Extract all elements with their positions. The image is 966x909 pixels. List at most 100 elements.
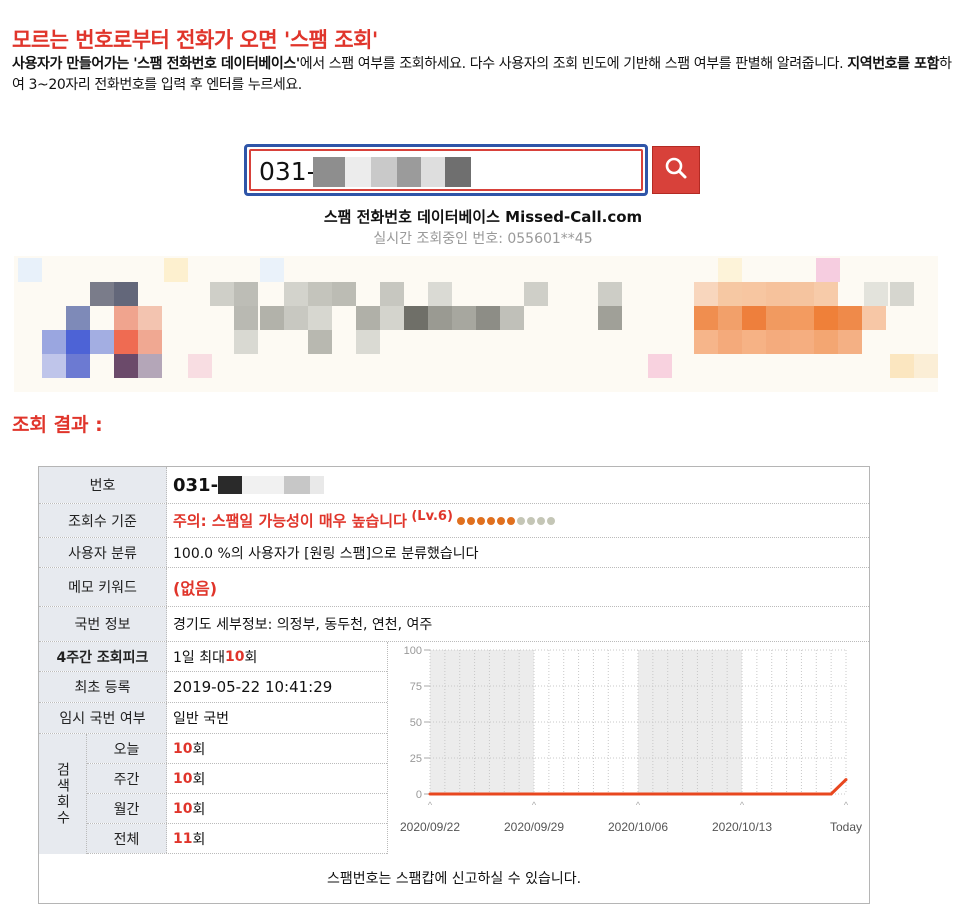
- first-registered-value: 2019-05-22 10:41:29: [173, 678, 333, 696]
- prefix-row: 국번 정보 경기도 세부정보: 의정부, 동두천, 연천, 여주: [39, 607, 869, 642]
- data-point: [740, 792, 744, 796]
- data-point: [547, 792, 551, 796]
- prefix-value: 경기도 세부정보: 의정부, 동두천, 연천, 여주: [173, 617, 433, 633]
- data-point: [562, 792, 566, 796]
- count-row-week: 주간 10 회: [87, 764, 387, 794]
- count-value: 10 회: [173, 734, 205, 763]
- number-label: 번호: [39, 467, 167, 503]
- data-point: [428, 792, 432, 796]
- peak-label: 4주간 조회피크: [39, 642, 167, 671]
- x-tick-marker: ^: [740, 800, 745, 810]
- x-tick-label: 2020/10/06: [608, 820, 668, 834]
- count-row-today: 오늘 10 회: [87, 734, 387, 764]
- peak-number: 10: [225, 648, 245, 665]
- count-label: 월간: [87, 794, 167, 823]
- temp-prefix-label: 임시 국번 여부: [39, 703, 167, 733]
- pixelated-ad-banner[interactable]: [14, 256, 938, 392]
- intro-text-1: 에서 스팸 여부를 조회하세요. 다수 사용자의 조회 빈도에 기반해 스팸 여…: [299, 56, 848, 72]
- count-number: 10: [173, 800, 193, 817]
- level-dot: [527, 516, 536, 525]
- temp-prefix-value: 일반 국번: [173, 711, 229, 727]
- data-point: [725, 792, 729, 796]
- result-table: 번호 031- 조회수 기준 주의: 스팸일 가능성이 매우 높습니다 (Lv.…: [38, 466, 870, 904]
- level-dot: [497, 516, 506, 525]
- basis-value: 주의: 스팸일 가능성이 매우 높습니다 (Lv.6): [173, 504, 557, 537]
- memo-row: 메모 키워드 (없음): [39, 568, 869, 607]
- site-name: Missed-Call.com: [505, 208, 643, 226]
- data-point: [606, 792, 610, 796]
- count-value: 10 회: [173, 764, 205, 793]
- intro-text: 사용자가 만들어가는 '스팸 전화번호 데이터베이스'에서 스팸 여부를 조회하…: [12, 54, 952, 96]
- y-tick-label: 25: [410, 753, 422, 765]
- peak-suffix: 회: [244, 649, 258, 666]
- data-point: [695, 792, 699, 796]
- data-point: [844, 778, 848, 782]
- search-box[interactable]: [244, 144, 648, 196]
- data-point: [755, 792, 759, 796]
- data-point: [710, 792, 714, 796]
- count-number: 10: [173, 740, 193, 757]
- count-unit: 회: [192, 831, 206, 848]
- level-dot: [457, 516, 466, 525]
- count-label: 오늘: [87, 734, 167, 763]
- spam-level-dots: [457, 513, 557, 529]
- database-name: 스팸 전화번호 데이터베이스 Missed-Call.com: [0, 206, 966, 227]
- basis-row: 조회수 기준 주의: 스팸일 가능성이 매우 높습니다 (Lv.6): [39, 504, 869, 538]
- search-count-group-text: 검색회수: [54, 762, 71, 826]
- count-value: 11 회: [173, 824, 205, 853]
- search-form: [244, 144, 700, 198]
- data-point: [829, 792, 833, 796]
- y-tick-label: 100: [404, 645, 422, 657]
- category-label: 사용자 분류: [39, 538, 167, 567]
- search-icon: [664, 156, 688, 184]
- level-dot: [477, 516, 486, 525]
- redacted-digits: [445, 157, 471, 187]
- basis-label: 조회수 기준: [39, 504, 167, 537]
- level-dot: [487, 516, 496, 525]
- level-dot: [517, 516, 526, 525]
- x-tick-label: Today: [830, 820, 862, 834]
- page-title: 모르는 번호로부터 전화가 오면 '스팸 조회': [12, 28, 378, 52]
- x-tick-marker: ^: [844, 800, 849, 810]
- week-band: [638, 650, 742, 794]
- data-point: [443, 792, 447, 796]
- redacted-digits: [371, 157, 397, 187]
- y-tick-label: 50: [410, 717, 422, 729]
- data-point: [458, 792, 462, 796]
- count-unit: 회: [192, 801, 206, 818]
- data-point: [799, 792, 803, 796]
- search-count-group-label: 검색회수: [39, 734, 87, 854]
- search-button[interactable]: [652, 146, 700, 194]
- report-notice: 스팸번호는 스팸캅에 신고하실 수 있습니다.: [326, 871, 582, 887]
- level-dot: [537, 516, 546, 525]
- redacted-digits: [345, 157, 371, 187]
- count-number: 11: [173, 830, 193, 847]
- first-registered-row: 최초 등록 2019-05-22 10:41:29: [39, 672, 387, 703]
- redacted-number: [218, 476, 243, 494]
- number-row: 번호 031-: [39, 467, 869, 504]
- database-label: 스팸 전화번호 데이터베이스: [323, 208, 500, 226]
- spam-level: (Lv.6): [411, 509, 453, 524]
- peak-row: 4주간 조회피크 1일 최대 10 회: [39, 642, 387, 672]
- level-dot: [467, 516, 476, 525]
- number-value: 031-: [173, 474, 219, 496]
- intro-bold-area-code: 지역번호를 포함: [847, 56, 940, 72]
- count-row-total: 전체 11 회: [87, 824, 387, 854]
- count-row-month: 월간 10 회: [87, 794, 387, 824]
- data-point: [636, 792, 640, 796]
- memo-label: 메모 키워드: [39, 568, 167, 606]
- count-label: 전체: [87, 824, 167, 853]
- level-dot: [507, 516, 516, 525]
- redacted-digits: [397, 157, 421, 187]
- data-point: [651, 792, 655, 796]
- x-tick-label: 2020/09/22: [400, 820, 460, 834]
- data-point: [532, 792, 536, 796]
- data-point: [487, 792, 491, 796]
- x-tick-marker: ^: [428, 800, 433, 810]
- lookup-trend-chart: 0 25 50 75 100 ^ 2020/09/22 ^ 2020/09/29 ^ 2020/10…: [387, 642, 869, 854]
- peak-prefix: 1일 최대: [173, 649, 225, 666]
- category-value: 100.0 %의 사용자가 [원링 스팸]으로 분류했습니다: [173, 545, 479, 562]
- phone-number-input[interactable]: [259, 156, 319, 186]
- redacted-number: [310, 476, 325, 494]
- redacted-number: [242, 476, 285, 494]
